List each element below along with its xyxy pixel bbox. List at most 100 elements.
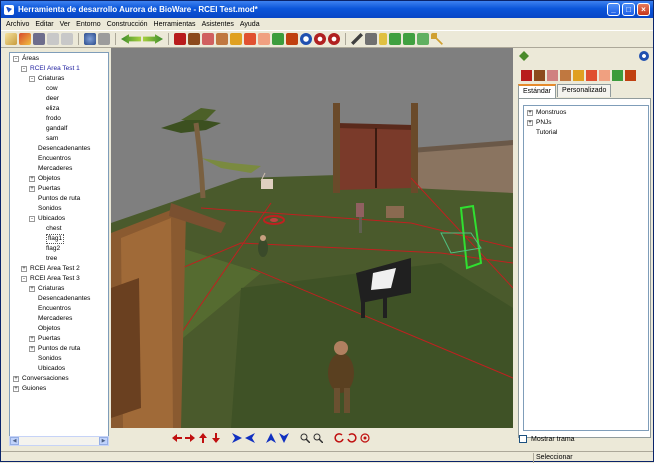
- waypoint-palette-icon[interactable]: [625, 70, 636, 81]
- palette-item-monstruos[interactable]: + Monstruos: [524, 108, 648, 118]
- encounter-palette-icon[interactable]: [547, 70, 558, 81]
- tree-node[interactable]: Encuentros: [10, 304, 108, 314]
- collapse-icon[interactable]: -: [29, 76, 35, 82]
- palette-icon[interactable]: [403, 33, 415, 45]
- tree-node[interactable]: Puntos de ruta: [10, 194, 108, 204]
- tree-node[interactable]: flag2: [10, 244, 108, 254]
- eye-icon[interactable]: [328, 33, 340, 45]
- tree-node[interactable]: deer: [10, 94, 108, 104]
- tab-personalizado[interactable]: Personalizado: [557, 84, 612, 97]
- item-palette-icon[interactable]: [573, 70, 584, 81]
- module-tree[interactable]: - Áreas - RCEI Area Test 1- Criaturas cow deer…: [10, 54, 108, 394]
- expand-icon[interactable]: +: [13, 376, 19, 382]
- tree-node[interactable]: - Áreas: [10, 54, 108, 64]
- scroll-left-icon[interactable]: ◀: [10, 437, 19, 445]
- rotate-left-icon[interactable]: [231, 433, 242, 444]
- reset-view-icon[interactable]: [359, 433, 370, 444]
- camera-icon[interactable]: [314, 33, 326, 45]
- undo-icon[interactable]: [47, 33, 59, 45]
- door-palette-icon[interactable]: [534, 70, 545, 81]
- tab-estandar[interactable]: Estándar: [518, 84, 557, 98]
- script-icon[interactable]: [351, 33, 363, 45]
- tree-node[interactable]: + Puntos de ruta: [10, 344, 108, 354]
- door-icon[interactable]: [188, 33, 200, 45]
- tree-node[interactable]: cow: [10, 84, 108, 94]
- tree-node[interactable]: + Puertas: [10, 334, 108, 344]
- item-icon[interactable]: [230, 33, 242, 45]
- rotate-right-icon[interactable]: [244, 433, 255, 444]
- tree-node[interactable]: Desencadenantes: [10, 294, 108, 304]
- trigger-icon[interactable]: [216, 33, 228, 45]
- expand-icon[interactable]: +: [29, 186, 35, 192]
- close-button[interactable]: ×: [637, 3, 650, 16]
- expand-icon[interactable]: +: [13, 386, 19, 392]
- menu-ver[interactable]: Ver: [57, 21, 74, 28]
- collapse-icon[interactable]: -: [21, 276, 27, 282]
- expand-icon[interactable]: +: [527, 110, 533, 116]
- menu-construccion[interactable]: Construcción: [104, 21, 151, 28]
- placeable-icon[interactable]: [272, 33, 284, 45]
- menu-entorno[interactable]: Entorno: [73, 21, 104, 28]
- pan-down-icon[interactable]: [210, 433, 221, 444]
- palette-menu-icon[interactable]: [519, 51, 529, 61]
- expand-icon[interactable]: +: [527, 120, 533, 126]
- menu-ayuda[interactable]: Ayuda: [237, 21, 263, 28]
- creature-icon[interactable]: [174, 33, 186, 45]
- zoom-in-icon[interactable]: [299, 433, 310, 444]
- tree-node[interactable]: gandalf: [10, 124, 108, 134]
- test-icon[interactable]: [98, 33, 110, 45]
- tree-node[interactable]: Objetos: [10, 324, 108, 334]
- info-icon[interactable]: [300, 33, 312, 45]
- maximize-button[interactable]: □: [622, 3, 635, 16]
- merchant-palette-icon[interactable]: [586, 70, 597, 81]
- tree-node[interactable]: - Criaturas: [10, 74, 108, 84]
- tree-node[interactable]: Encuentros: [10, 154, 108, 164]
- key-icon[interactable]: [431, 33, 443, 45]
- palette-item-tutorial[interactable]: Tutorial: [524, 128, 648, 138]
- tree-node[interactable]: - Ubicados: [10, 214, 108, 224]
- tree-node[interactable]: - RCEI Area Test 1: [10, 64, 108, 74]
- palette-tree[interactable]: + Monstruos + PNJs Tutorial: [523, 105, 649, 431]
- menu-asistentes[interactable]: Asistentes: [199, 21, 237, 28]
- palette-item-pnjs[interactable]: + PNJs: [524, 118, 648, 128]
- show-grid-toggle[interactable]: Mostrar trama: [519, 435, 575, 443]
- collapse-icon[interactable]: -: [29, 216, 35, 222]
- save-icon[interactable]: [33, 33, 45, 45]
- pan-up-icon[interactable]: [197, 433, 208, 444]
- tree-node[interactable]: tree: [10, 254, 108, 264]
- tree-node[interactable]: sam: [10, 134, 108, 144]
- sound-palette-icon[interactable]: [599, 70, 610, 81]
- tree-node[interactable]: Sonidos: [10, 354, 108, 364]
- expand-icon[interactable]: +: [29, 336, 35, 342]
- help-icon[interactable]: [639, 51, 649, 61]
- tree-node[interactable]: frodo: [10, 114, 108, 124]
- creature-palette-icon[interactable]: [521, 70, 532, 81]
- encounter-icon[interactable]: [202, 33, 214, 45]
- expand-icon[interactable]: +: [29, 346, 35, 352]
- tree-node[interactable]: Mercaderes: [10, 314, 108, 324]
- pan-left-icon[interactable]: [171, 433, 182, 444]
- redo-icon[interactable]: [61, 33, 73, 45]
- sound-icon[interactable]: [258, 33, 270, 45]
- expand-icon[interactable]: +: [29, 176, 35, 182]
- module-icon[interactable]: [389, 33, 401, 45]
- expand-icon[interactable]: +: [29, 286, 35, 292]
- tree-node[interactable]: - RCEI Area Test 3: [10, 274, 108, 284]
- orbit-right-icon[interactable]: [346, 433, 357, 444]
- tree-node[interactable]: + Objetos: [10, 174, 108, 184]
- prev-icon[interactable]: [121, 34, 141, 44]
- tree-node[interactable]: chest: [10, 224, 108, 234]
- module-tree-panel[interactable]: - Áreas - RCEI Area Test 1- Criaturas cow deer…: [9, 52, 109, 446]
- tree-node[interactable]: + RCEI Area Test 2: [10, 264, 108, 274]
- tree-node[interactable]: flag1: [10, 234, 108, 244]
- tree-node[interactable]: Mercaderes: [10, 164, 108, 174]
- trigger-palette-icon[interactable]: [560, 70, 571, 81]
- menu-editar[interactable]: Editar: [32, 21, 56, 28]
- waypoint-icon[interactable]: [286, 33, 298, 45]
- orbit-left-icon[interactable]: [333, 433, 344, 444]
- build-icon[interactable]: [84, 33, 96, 45]
- tree-node[interactable]: Sonidos: [10, 204, 108, 214]
- tree-node[interactable]: + Criaturas: [10, 284, 108, 294]
- next-icon[interactable]: [143, 34, 163, 44]
- collapse-icon[interactable]: -: [13, 56, 19, 62]
